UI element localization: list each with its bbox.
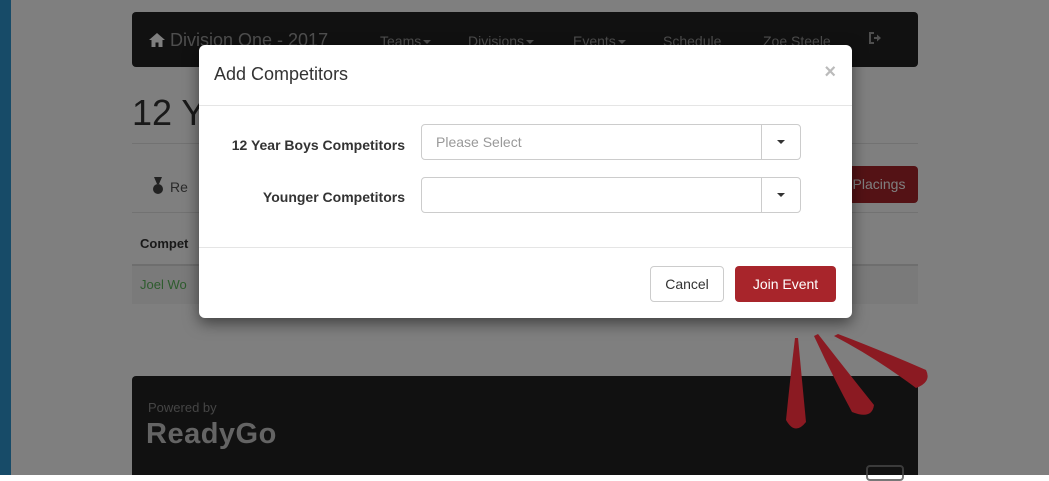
- annotation-strokes: [786, 334, 928, 429]
- annotation-stroke-left: [786, 338, 806, 429]
